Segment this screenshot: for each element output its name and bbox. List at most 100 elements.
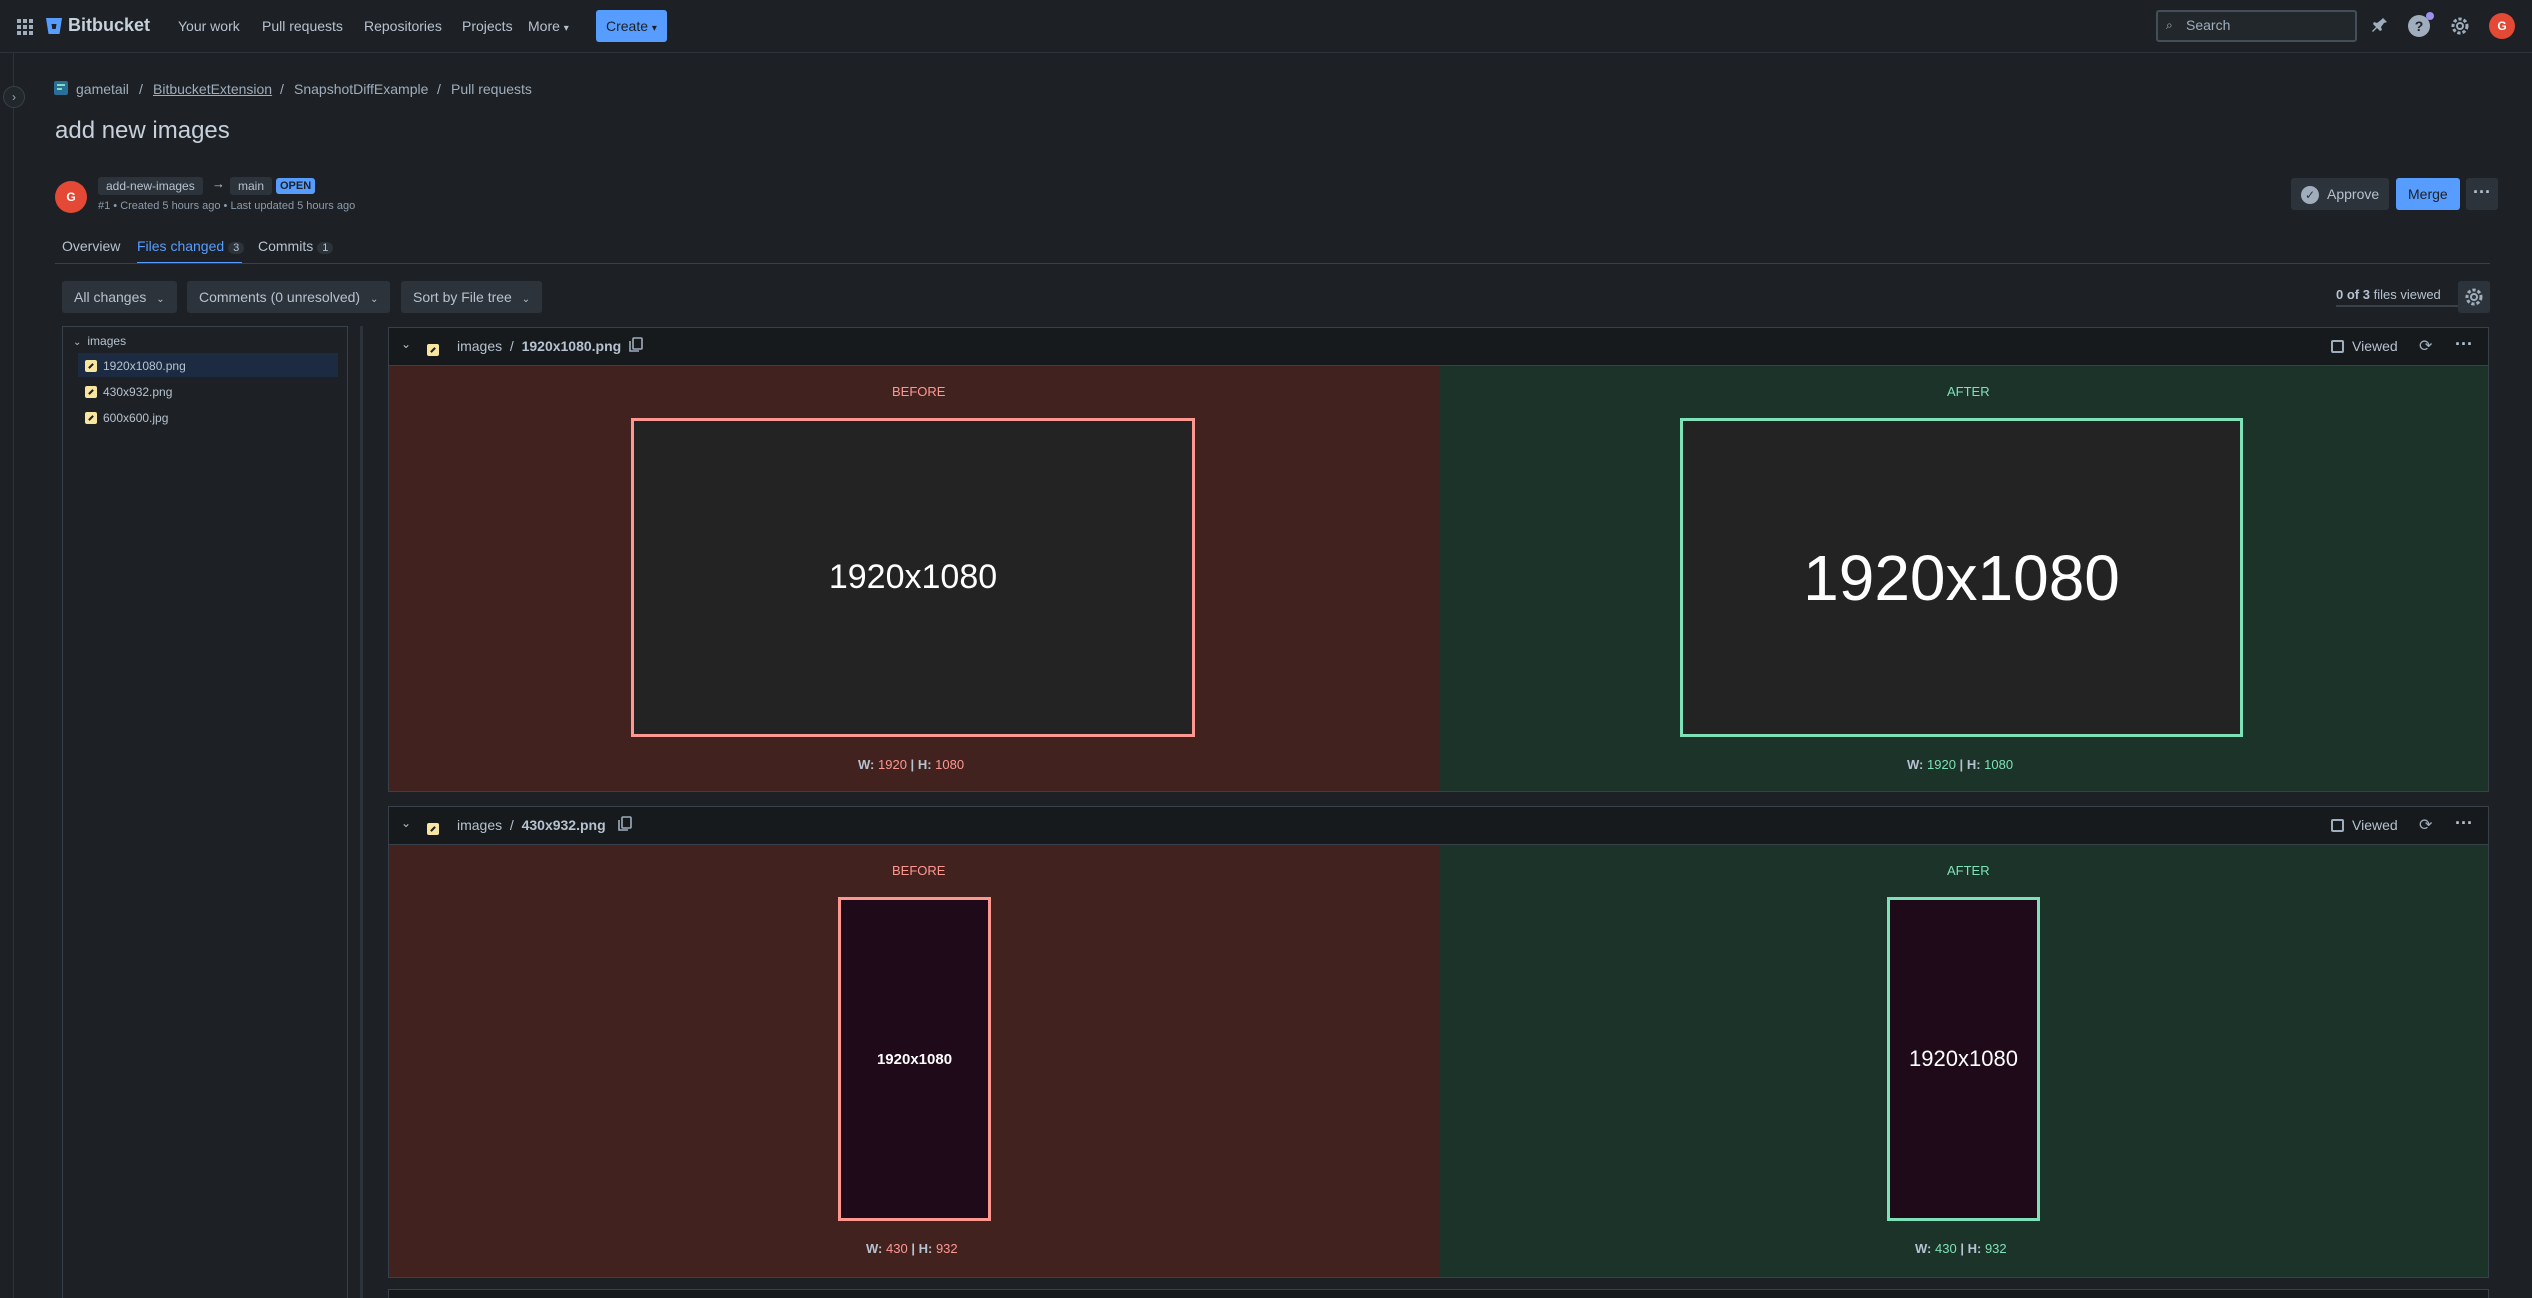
tab-files-changed[interactable]: Files changed 3	[137, 238, 245, 254]
nav-pull-requests[interactable]: Pull requests	[262, 16, 343, 36]
file-path[interactable]: images / 1920x1080.png	[457, 338, 621, 354]
breadcrumb-workspace[interactable]: gametail	[76, 81, 129, 97]
before-pane: BEFORE 1920x1080 W: 1920 | H: 1080	[389, 366, 1439, 791]
author-avatar[interactable]: G	[55, 181, 87, 213]
file-diff-panel: ⌄ images / 430x932.png Viewed ⟳ ··· BEFO…	[388, 806, 2489, 1278]
file-label: 600x600.jpg	[103, 411, 169, 425]
sidebar-divider	[13, 53, 14, 1298]
tree-folder-images[interactable]: ⌄ images	[73, 329, 126, 353]
nav-projects[interactable]: Projects	[462, 16, 513, 36]
files-viewed-count: 0 of 3	[2336, 287, 2370, 302]
image-text: 1920x1080	[828, 558, 998, 596]
comments-dropdown[interactable]: Comments (0 unresolved) ⌄	[187, 281, 391, 313]
bitbucket-logo-icon[interactable]	[45, 16, 63, 36]
before-dimensions: W: 1920 | H: 1080	[858, 757, 964, 772]
breadcrumb-pull-requests[interactable]: Pull requests	[451, 81, 532, 97]
chevron-down-icon: ⌄	[73, 337, 82, 348]
before-label: BEFORE	[892, 863, 946, 878]
modified-file-icon	[85, 359, 97, 372]
expand-sidebar-button[interactable]: ›	[3, 86, 25, 108]
width-label: W:	[1907, 757, 1924, 772]
nav-your-work[interactable]: Your work	[178, 16, 240, 36]
all-changes-label: All changes	[74, 289, 147, 305]
check-circle-icon: ✓	[2301, 186, 2319, 204]
more-icon[interactable]: ···	[2455, 334, 2473, 355]
after-pane: AFTER 1920x1080 W: 430 | H: 932	[1439, 845, 2488, 1277]
create-button[interactable]: Create ▾	[596, 10, 667, 42]
all-changes-dropdown[interactable]: All changes ⌄	[62, 281, 177, 313]
dims-separator: |	[1960, 1241, 1964, 1256]
user-avatar[interactable]: G	[2489, 13, 2515, 39]
file-name: 1920x1080.png	[521, 338, 622, 354]
viewed-label: Viewed	[2352, 338, 2398, 354]
folder-label: images	[87, 334, 127, 348]
width-value: 1920	[1927, 757, 1956, 772]
file-folder: images	[457, 338, 503, 354]
tree-file-430x932[interactable]: 430x932.png	[85, 380, 172, 404]
target-branch-chip[interactable]: main	[230, 177, 273, 195]
file-path[interactable]: images / 430x932.png	[457, 817, 606, 833]
approve-button[interactable]: ✓ Approve	[2291, 178, 2390, 210]
pr-meta: #1 • Created 5 hours ago • Last updated …	[98, 200, 356, 212]
arrow-right-icon: →	[212, 176, 225, 191]
dims-separator: |	[1959, 757, 1964, 772]
more-actions-button[interactable]: ···	[2466, 178, 2498, 210]
width-value: 1920	[878, 757, 907, 772]
copy-icon[interactable]	[629, 337, 643, 353]
diff-settings-button[interactable]	[2458, 281, 2490, 313]
before-image: 1920x1080	[631, 418, 1195, 737]
next-file-diff-panel	[388, 1289, 2489, 1298]
settings-gear-icon	[2465, 288, 2483, 306]
brand-name[interactable]: Bitbucket	[68, 15, 150, 36]
tree-file-600x600[interactable]: 600x600.jpg	[85, 406, 168, 430]
more-icon[interactable]: ···	[2455, 813, 2473, 834]
after-dimensions: W: 1920 | H: 1080	[1907, 757, 2013, 772]
height-value: 1080	[935, 757, 965, 772]
file-diff-panel: ⌄ images / 1920x1080.png Viewed ⟳ ··· BE…	[388, 327, 2489, 792]
app-switcher-icon[interactable]	[16, 18, 34, 36]
collapse-chevron-icon[interactable]: ⌄	[401, 816, 411, 830]
image-text: 1920x1080	[1909, 1046, 2018, 1071]
tab-count: 1	[317, 242, 334, 254]
tab-commits[interactable]: Commits 1	[258, 238, 334, 254]
copy-icon[interactable]	[618, 816, 632, 832]
tab-count: 3	[228, 242, 245, 254]
merge-button[interactable]: Merge	[2396, 178, 2460, 210]
modified-file-icon	[427, 823, 439, 836]
breadcrumb-repository[interactable]: SnapshotDiffExample	[294, 81, 428, 97]
collapse-chevron-icon[interactable]: ⌄	[401, 337, 411, 351]
after-image: 1920x1080	[1887, 897, 2040, 1221]
viewed-checkbox[interactable]	[2331, 340, 2344, 353]
tabs-divider	[55, 263, 2490, 264]
resize-handle[interactable]	[360, 326, 363, 1298]
image-text: 1920x1080	[876, 1050, 953, 1068]
nav-more-label: More	[528, 18, 560, 34]
settings-gear-icon[interactable]	[2449, 15, 2471, 37]
sort-dropdown[interactable]: Sort by File tree ⌄	[401, 281, 543, 313]
comments-label: Comments (0 unresolved)	[199, 289, 361, 305]
nav-repositories[interactable]: Repositories	[364, 16, 442, 36]
tab-files-changed-label: Files changed	[137, 238, 225, 254]
search-input[interactable]: ⌕ Search	[2156, 10, 2357, 42]
repository-icon	[53, 80, 69, 96]
after-image: 1920x1080	[1680, 418, 2243, 737]
modified-file-icon	[85, 385, 97, 398]
viewed-checkbox[interactable]	[2331, 819, 2344, 832]
tab-overview[interactable]: Overview	[62, 238, 120, 254]
search-placeholder: Search	[2186, 17, 2231, 33]
sort-label: Sort by File tree	[413, 289, 512, 305]
after-pane: AFTER 1920x1080 W: 1920 | H: 1080	[1439, 366, 2488, 791]
breadcrumb-project[interactable]: BitbucketExtension	[153, 81, 272, 97]
chevron-right-icon: ›	[12, 90, 16, 104]
nav-more[interactable]: More ▾	[528, 16, 569, 39]
chevron-down-icon: ⌄	[369, 294, 379, 305]
comment-add-icon[interactable]: ⟳	[2419, 336, 2432, 356]
comment-add-icon[interactable]: ⟳	[2419, 815, 2432, 835]
height-label: H:	[918, 1241, 933, 1256]
width-value: 430	[886, 1241, 908, 1256]
source-branch-chip[interactable]: add-new-images	[98, 177, 203, 195]
width-value: 430	[1935, 1241, 1957, 1256]
notifications-icon[interactable]	[2369, 16, 2389, 36]
tree-file-1920x1080[interactable]: 1920x1080.png	[85, 354, 186, 378]
width-label: W:	[1915, 1241, 1932, 1256]
